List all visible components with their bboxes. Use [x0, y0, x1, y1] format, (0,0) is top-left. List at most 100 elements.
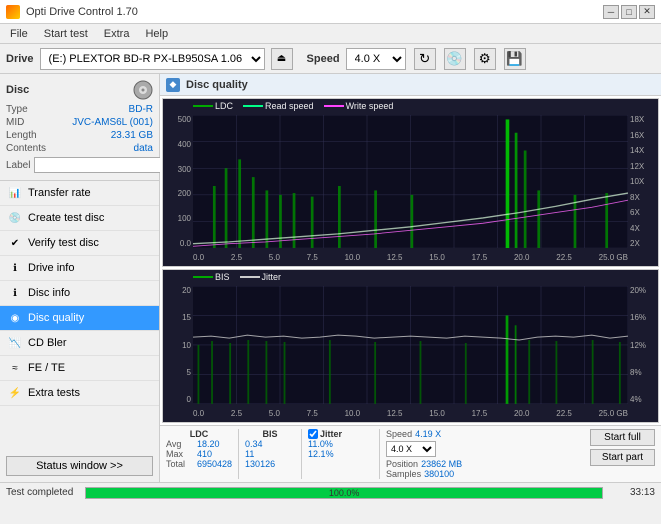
legend-write-speed: Write speed — [324, 101, 394, 111]
app-icon — [6, 5, 20, 19]
nav-fe-te[interactable]: ≈ FE / TE — [0, 356, 159, 381]
speed-label: Speed — [307, 53, 340, 65]
ldc-total: 6950428 — [197, 459, 232, 469]
legend-read-speed: Read speed — [243, 101, 314, 111]
nav-verify-test-disc[interactable]: ✔ Verify test disc — [0, 231, 159, 256]
chart1-svg — [193, 115, 628, 248]
nav-drive-info[interactable]: ℹ Drive info — [0, 256, 159, 281]
nav-disc-quality[interactable]: ◉ Disc quality — [0, 306, 159, 331]
bis-column: BIS 0.34 11 130126 — [245, 429, 295, 469]
menu-extra[interactable]: Extra — [100, 27, 134, 41]
disc-label-row: Label ✎ — [6, 156, 153, 174]
menu-bar: File Start test Extra Help — [0, 24, 661, 44]
divider1 — [238, 429, 239, 479]
disc-length: 23.31 GB — [111, 130, 153, 141]
chart1-y-400: 400 — [178, 140, 191, 149]
content-header-icon: ◆ — [166, 78, 180, 92]
chart1-y-200: 200 — [178, 189, 191, 198]
maximize-button[interactable]: □ — [621, 5, 637, 19]
nav-create-test-disc[interactable]: 💿 Create test disc — [0, 206, 159, 231]
stats-area: LDC Avg 18.20 Max 410 Total 6950428 — [160, 425, 661, 482]
speed-value: 4.19 X — [415, 429, 441, 439]
bis-total: 130126 — [245, 459, 275, 469]
status-text: Test completed — [6, 487, 73, 498]
eject-button[interactable]: ⏏ — [271, 48, 293, 70]
disc-mid: JVC-AMS6L (001) — [72, 117, 153, 128]
menu-start-test[interactable]: Start test — [40, 27, 92, 41]
status-bar: Test completed 100.0% 33:13 — [0, 482, 661, 502]
disc-label-input[interactable] — [34, 157, 172, 173]
chart1-y-500: 500 — [178, 115, 191, 124]
action-buttons: Start full Start part — [590, 429, 655, 466]
disc-contents: data — [134, 143, 153, 154]
content-area: ◆ Disc quality LDC Read speed — [160, 74, 661, 482]
disc-quality-icon: ◉ — [8, 311, 22, 325]
disc-type-row: Type BD-R — [6, 104, 153, 115]
legend-bis: BIS — [193, 272, 230, 282]
save-icon-button[interactable]: 💾 — [504, 48, 526, 70]
verify-disc-icon: ✔ — [8, 236, 22, 250]
jitter-checkbox[interactable] — [308, 429, 318, 439]
legend-jitter: Jitter — [240, 272, 282, 282]
nav-cd-bler[interactable]: 📉 CD Bler — [0, 331, 159, 356]
cd-bler-icon: 📉 — [8, 336, 22, 350]
time-display: 33:13 — [615, 487, 655, 498]
speed-column: Speed 4.19 X 4.0 X Position 23862 MB Sam… — [386, 429, 466, 479]
disc-mid-row: MID JVC-AMS6L (001) — [6, 117, 153, 128]
minimize-button[interactable]: ─ — [603, 5, 619, 19]
transfer-rate-icon: 📊 — [8, 186, 22, 200]
nav-transfer-rate[interactable]: 📊 Transfer rate — [0, 181, 159, 206]
chart1-y-300: 300 — [178, 165, 191, 174]
chart1: LDC Read speed Write speed — [162, 98, 659, 267]
sidebar: Disc Type BD-R MID JVC-AMS6L (001) Lengt… — [0, 74, 160, 482]
jitter-avg: 11.0% — [308, 439, 333, 449]
legend-ldc: LDC — [193, 101, 233, 111]
refresh-icon-button[interactable]: ↻ — [414, 48, 436, 70]
speed-select[interactable]: 4.0 X — [346, 48, 406, 70]
disc-info-icon: ℹ — [8, 286, 22, 300]
start-part-button[interactable]: Start part — [590, 449, 655, 466]
chart2-svg — [193, 286, 628, 404]
drive-select[interactable]: (E:) PLEXTOR BD-R PX-LB950SA 1.06 — [40, 48, 265, 70]
speed-dropdown[interactable]: 4.0 X — [386, 441, 436, 457]
start-full-button[interactable]: Start full — [590, 429, 655, 446]
drive-label: Drive — [6, 53, 34, 65]
close-button[interactable]: ✕ — [639, 5, 655, 19]
chart1-y-0: 0.0 — [180, 239, 191, 248]
app-title: Opti Drive Control 1.70 — [26, 6, 138, 18]
status-window-button[interactable]: Status window >> — [6, 456, 153, 476]
divider3 — [379, 429, 380, 479]
drive-info-icon: ℹ — [8, 261, 22, 275]
progress-text: 100.0% — [86, 488, 602, 498]
menu-help[interactable]: Help — [141, 27, 172, 41]
title-bar: Opti Drive Control 1.70 ─ □ ✕ — [0, 0, 661, 24]
chart1-y-100: 100 — [178, 214, 191, 223]
disc-icon-button[interactable]: 💿 — [444, 48, 466, 70]
jitter-max: 12.1% — [308, 449, 334, 459]
position-value: 23862 MB — [421, 459, 462, 469]
nav-extra-tests[interactable]: ⚡ Extra tests — [0, 381, 159, 406]
fe-te-icon: ≈ — [8, 361, 22, 375]
nav-disc-info[interactable]: ℹ Disc info — [0, 281, 159, 306]
settings-icon-button[interactable]: ⚙ — [474, 48, 496, 70]
disc-section: Disc Type BD-R MID JVC-AMS6L (001) Lengt… — [0, 74, 159, 181]
ldc-column: LDC Avg 18.20 Max 410 Total 6950428 — [166, 429, 232, 469]
disc-contents-row: Contents data — [6, 143, 153, 154]
content-header: ◆ Disc quality — [160, 74, 661, 96]
menu-file[interactable]: File — [6, 27, 32, 41]
content-title: Disc quality — [186, 79, 248, 91]
bis-avg: 0.34 — [245, 439, 263, 449]
create-disc-icon: 💿 — [8, 211, 22, 225]
chart2: BIS Jitter — [162, 269, 659, 423]
chart2-legend: BIS Jitter — [193, 272, 281, 282]
disc-length-row: Length 23.31 GB — [6, 130, 153, 141]
chart1-legend: LDC Read speed Write speed — [193, 101, 393, 111]
disc-icon — [133, 80, 153, 100]
progress-bar: 100.0% — [85, 487, 603, 499]
charts-area: LDC Read speed Write speed — [160, 96, 661, 425]
divider2 — [301, 429, 302, 479]
disc-section-title: Disc — [6, 84, 29, 96]
main-area: Disc Type BD-R MID JVC-AMS6L (001) Lengt… — [0, 74, 661, 482]
extra-tests-icon: ⚡ — [8, 386, 22, 400]
ldc-max: 410 — [197, 449, 212, 459]
